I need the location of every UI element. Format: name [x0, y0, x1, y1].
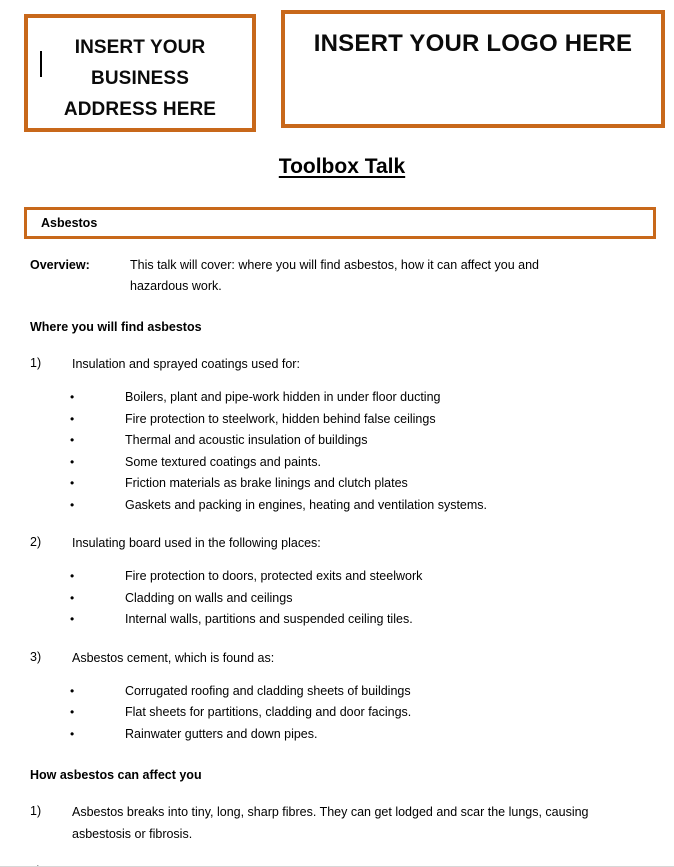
numbered-list-item: 3) Asbestos cement, which is found as: — [0, 647, 674, 669]
overview-label: Overview: — [30, 258, 90, 272]
bullet-dot-icon: • — [70, 590, 75, 605]
address-line-3: ADDRESS HERE — [63, 99, 217, 120]
bullet-item-text: Some textured coatings and paints. — [125, 454, 321, 469]
list-item-text: Insulating board used in the following p… — [72, 536, 321, 550]
address-line-1: INSERT YOUR — [74, 37, 206, 58]
bullet-dot-icon: • — [70, 683, 75, 698]
bullet-dot-icon: • — [70, 433, 75, 447]
document-body: Overview: This talk will cover: where yo… — [0, 255, 674, 867]
bullet-list-item: • Flat sheets for partitions, cladding an… — [0, 702, 674, 724]
bullet-item-text: Boilers, plant and pipe-work hidden in u… — [125, 390, 441, 404]
list-item-marker: 1) — [30, 804, 42, 818]
bullet-list-item: • Boilers, plant and pipe-work hidden in … — [0, 387, 674, 409]
bullet-item-text: Internal walls, partitions and suspended… — [125, 612, 413, 626]
bullet-item-text: Flat sheets for partitions, cladding and… — [125, 705, 412, 719]
bullet-dot-icon: • — [70, 411, 75, 426]
bullet-item-text: Cladding on walls and ceilings — [125, 590, 293, 605]
list-item-text: Asbestos cement, which is found as: — [72, 650, 275, 665]
bullet-list-item: • Rainwater gutters and down pipes. — [0, 724, 674, 746]
bullet-list: • Fire protection to doors, protected exi… — [0, 566, 674, 631]
bullet-list: • Corrugated roofing and cladding sheets … — [0, 681, 674, 746]
list-item-marker: 1) — [30, 356, 42, 370]
page-title: Toolbox Talk — [278, 155, 406, 178]
overview-row: Overview: This talk will cover: where yo… — [0, 255, 674, 297]
section-heading: Where you will find asbestos — [30, 320, 202, 334]
bullet-list-item: • Friction materials as brake linings and… — [0, 473, 674, 495]
overview-text: This talk will cover: where you will fin… — [130, 258, 539, 293]
list-item-text: Insulation and sprayed coatings used for… — [72, 357, 300, 371]
bullet-dot-icon: • — [70, 390, 75, 404]
bullet-list-item: • Gaskets and packing in engines, heating… — [0, 495, 674, 517]
list-item-text: Asbestos breaks into tiny, long, sharp f… — [72, 805, 589, 841]
list-item-marker: 3) — [30, 649, 42, 664]
bullet-list-item: • Internal walls, partitions and suspende… — [0, 609, 674, 631]
bullet-list: • Boilers, plant and pipe-work hidden in … — [0, 387, 674, 516]
bullet-list-item: • Cladding on walls and ceilings — [0, 588, 674, 610]
bullet-item-text: Friction materials as brake linings and … — [125, 476, 408, 490]
business-address-box[interactable]: INSERT YOUR BUSINESS ADDRESS HERE — [24, 14, 256, 132]
bullet-dot-icon: • — [70, 497, 75, 512]
topic-label: Asbestos — [41, 216, 98, 230]
document-page: INSERT YOUR BUSINESS ADDRESS HERE INSERT… — [0, 0, 674, 867]
bullet-list-item: • Thermal and acoustic insulation of buil… — [0, 430, 674, 452]
bullet-item-text: Rainwater gutters and down pipes. — [125, 726, 318, 741]
bullet-dot-icon: • — [70, 476, 75, 490]
numbered-list-item: 1) Asbestos breaks into tiny, long, sharp… — [0, 801, 674, 845]
bullet-list-item: • Fire protection to doors, protected exi… — [0, 566, 674, 588]
document-header: INSERT YOUR BUSINESS ADDRESS HERE INSERT… — [0, 0, 674, 140]
sections-container: Where you will find asbestos 1) Insulation… — [0, 317, 674, 867]
list-item-marker: 2) — [30, 535, 42, 549]
bullet-list-item: • Some textured coatings and paints. — [0, 452, 674, 474]
logo-placeholder-box[interactable]: INSERT YOUR LOGO HERE — [281, 10, 665, 128]
bullet-dot-icon: • — [70, 454, 75, 469]
bullet-list-item: • Fire protection to steelwork, hidden be… — [0, 409, 674, 431]
bullet-item-text: Gaskets and packing in engines, heating … — [125, 497, 488, 512]
bullet-item-text: Fire protection to steelwork, hidden beh… — [125, 411, 436, 426]
bullet-dot-icon: • — [70, 726, 75, 741]
bullet-dot-icon: • — [70, 705, 75, 719]
logo-placeholder-text: INSERT YOUR LOGO HERE — [313, 30, 633, 57]
numbered-list-item: 1) Insulation and sprayed coatings used f… — [0, 353, 674, 375]
bullet-item-text: Fire protection to doors, protected exit… — [125, 569, 423, 583]
section-heading: How asbestos can affect you — [30, 768, 202, 782]
address-line-2: BUSINESS — [91, 68, 189, 89]
bullet-item-text: Corrugated roofing and cladding sheets o… — [125, 683, 411, 698]
bullet-dot-icon: • — [70, 569, 75, 583]
bullet-item-text: Thermal and acoustic insulation of build… — [125, 433, 368, 447]
topic-box[interactable]: Asbestos — [24, 207, 656, 239]
text-cursor-caret — [40, 51, 42, 77]
numbered-list-item: 2) Insulating board used in the following… — [0, 532, 674, 554]
bullet-dot-icon: • — [70, 612, 75, 626]
bullet-list-item: • Corrugated roofing and cladding sheets … — [0, 681, 674, 703]
